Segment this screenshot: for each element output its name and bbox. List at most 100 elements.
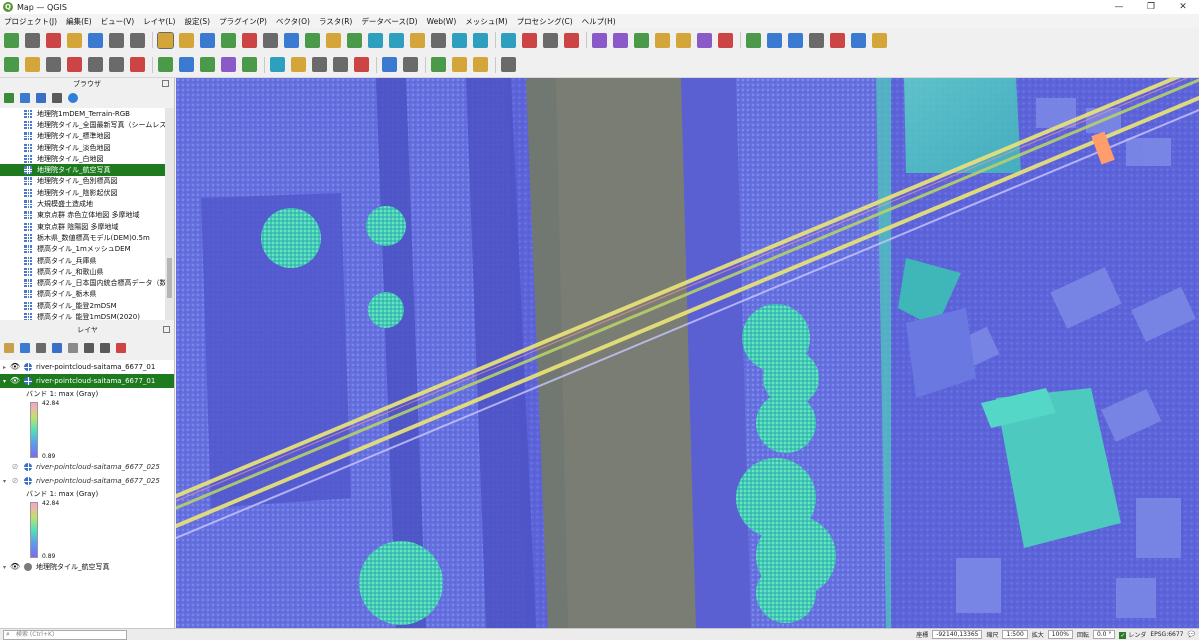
label-show-icon[interactable] <box>809 32 824 48</box>
layer-row[interactable]: ⊘ river-pointcloud-saitama_6677_025 <box>0 460 174 474</box>
add-point-icon[interactable] <box>200 57 215 72</box>
zoom-layer-icon[interactable] <box>284 32 299 48</box>
pan-to-selection-icon[interactable] <box>179 32 194 48</box>
open-icon[interactable] <box>25 32 40 48</box>
layout-manager-icon[interactable] <box>109 32 124 48</box>
rotation-field[interactable]: 0.0 ° <box>1092 630 1116 639</box>
eye-hidden-icon[interactable]: ⊘ <box>9 477 21 485</box>
eye-icon[interactable]: 👁 <box>9 363 21 371</box>
browser-item[interactable]: 栃木県_数値標高モデル(DEM)0.5m <box>0 232 165 243</box>
identify-icon[interactable] <box>592 32 607 48</box>
grid-icon[interactable] <box>452 57 467 72</box>
zoom-full-icon[interactable] <box>242 32 257 48</box>
digitize-icon[interactable] <box>179 57 194 72</box>
remove-layer-icon[interactable] <box>116 343 126 353</box>
eye-icon[interactable]: 👁 <box>9 563 21 571</box>
expand-all-icon[interactable] <box>84 343 94 353</box>
menu-view[interactable]: ビュー(V) <box>101 16 134 27</box>
menu-help[interactable]: ヘルプ(H) <box>582 16 616 27</box>
add-layer-icon[interactable] <box>25 57 40 72</box>
browser-item[interactable]: 東京点群 陰陽図 多摩地域 <box>0 221 165 232</box>
select-all-icon[interactable] <box>522 32 537 48</box>
label-change-icon[interactable] <box>872 32 887 48</box>
menu-raster[interactable]: ラスタ(R) <box>319 16 352 27</box>
add-raster-icon[interactable] <box>67 57 82 72</box>
bookmark-show-icon[interactable] <box>431 32 446 48</box>
info-icon[interactable] <box>68 93 78 103</box>
render-toggle[interactable]: ✓ レンダ <box>1119 630 1146 639</box>
layer-row-selected[interactable]: ▾ 👁 river-pointcloud-saitama_6677_01 <box>0 374 174 388</box>
browser-scroll-thumb[interactable] <box>167 258 172 298</box>
layer-row[interactable]: ▾ ⊘ river-pointcloud-saitama_6677_025 <box>0 474 174 488</box>
browser-item[interactable]: 地理院タイル_色別標高図 <box>0 176 165 187</box>
menu-settings[interactable]: 設定(S) <box>184 16 210 27</box>
label-icon[interactable] <box>746 32 761 48</box>
python-icon[interactable] <box>431 57 446 72</box>
expand-arrow-icon[interactable]: ▸ <box>0 364 9 371</box>
eye-icon[interactable]: 👁 <box>9 377 21 385</box>
save-icon[interactable] <box>46 32 61 48</box>
deselect-icon[interactable] <box>543 32 558 48</box>
expand-arrow-icon[interactable]: ▾ <box>0 378 9 385</box>
browser-item[interactable]: 地理院タイル_陰影起伏図 <box>0 187 165 198</box>
new-map-view-icon[interactable] <box>368 32 383 48</box>
save-as-icon[interactable] <box>67 32 82 48</box>
new-project-icon[interactable] <box>4 32 19 48</box>
add-group-icon[interactable] <box>20 343 30 353</box>
browser-item[interactable]: 地理院タイル_標準地図 <box>0 131 165 142</box>
layers-close-icon[interactable] <box>163 326 170 333</box>
manage-visibility-icon[interactable] <box>36 343 46 353</box>
menu-edit[interactable]: 編集(E) <box>66 16 92 27</box>
menu-database[interactable]: データベース(D) <box>361 16 417 27</box>
map-canvas[interactable] <box>176 78 1199 628</box>
cut-icon[interactable] <box>270 57 285 72</box>
bookmark-new-icon[interactable] <box>410 32 425 48</box>
add-vector-icon[interactable] <box>46 57 61 72</box>
processing-icon[interactable] <box>473 57 488 72</box>
browser-item[interactable]: 標高タイル_日本国内統合標高データ（数値 <box>0 277 165 288</box>
qgis2web-icon[interactable] <box>403 57 418 72</box>
layer-style-icon[interactable] <box>4 343 14 353</box>
menu-processing[interactable]: プロセシング(C) <box>517 16 573 27</box>
maximize-button[interactable]: ❐ <box>1135 0 1167 14</box>
pan-icon[interactable] <box>157 31 174 49</box>
refresh-icon[interactable] <box>473 32 488 48</box>
browser-item[interactable]: 地理院タイル_淡色地図 <box>0 142 165 153</box>
edit-pencil-icon[interactable] <box>158 57 173 72</box>
browser-item[interactable]: 標高タイル_和歌山県 <box>0 266 165 277</box>
browser-item[interactable]: 地理院タイル_航空写真 <box>0 164 165 176</box>
filter-legend-icon[interactable] <box>52 343 62 353</box>
zoom-out-icon[interactable] <box>221 32 236 48</box>
expand-arrow-icon[interactable]: ▾ <box>0 478 9 485</box>
menu-project[interactable]: プロジェクト(J) <box>4 16 57 27</box>
browser-scrollbar[interactable] <box>165 108 174 320</box>
add-mesh-icon[interactable] <box>88 57 103 72</box>
browser-item[interactable]: 地理院1mDEM_Terrain-RGB <box>0 108 165 119</box>
coordinate-field[interactable]: -92140,13365 <box>932 630 983 639</box>
add-selected-icon[interactable] <box>4 93 14 103</box>
browser-item[interactable]: 標高タイル_栃木県 <box>0 289 165 300</box>
collapse-all-layers-icon[interactable] <box>100 343 110 353</box>
browser-item[interactable]: 標高タイル_能登2mDSM <box>0 300 165 311</box>
zoom-selection-icon[interactable] <box>263 32 278 48</box>
help-icon[interactable] <box>501 57 516 72</box>
copy-icon[interactable] <box>291 57 306 72</box>
close-button[interactable]: ✕ <box>1167 0 1199 14</box>
redo-icon[interactable] <box>354 57 369 72</box>
refresh-icon[interactable] <box>20 93 30 103</box>
select-icon[interactable] <box>501 32 516 48</box>
browser-item[interactable]: 地理院タイル_全国最新写真（シームレス） <box>0 119 165 130</box>
browser-item[interactable]: 大規模盛土造成地 <box>0 198 165 209</box>
expand-arrow-icon[interactable]: ▾ <box>0 564 9 571</box>
browser-item[interactable]: 地理院タイル_白地図 <box>0 153 165 164</box>
menu-web[interactable]: Web(W) <box>427 17 457 26</box>
add-wms-icon[interactable] <box>109 57 124 72</box>
collapse-all-icon[interactable] <box>52 93 62 103</box>
filter-icon[interactable] <box>36 93 46 103</box>
statistics-icon[interactable] <box>634 32 649 48</box>
new-3d-view-icon[interactable] <box>389 32 404 48</box>
filter-expression-icon[interactable] <box>68 343 78 353</box>
zoom-last-icon[interactable] <box>326 32 341 48</box>
delete-feature-icon[interactable] <box>242 57 257 72</box>
data-source-icon[interactable] <box>4 57 19 72</box>
